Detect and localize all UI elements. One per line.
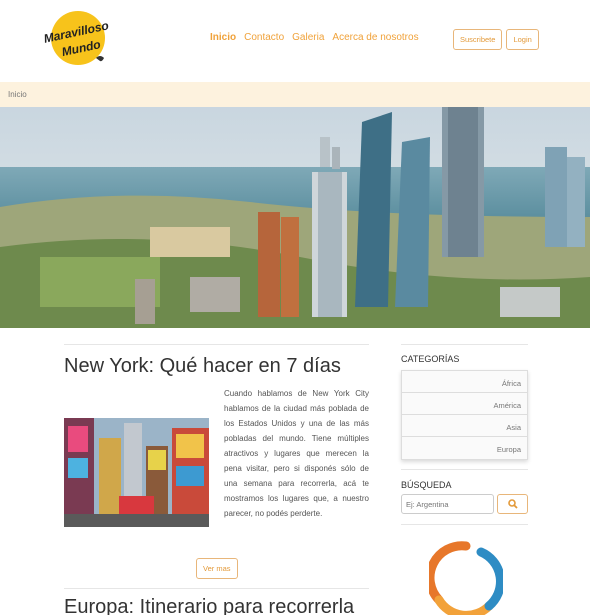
categories-list: África América Asia Europa — [401, 370, 528, 460]
read-more-button[interactable]: Ver mas — [196, 558, 238, 579]
nav-inicio[interactable]: Inicio — [210, 32, 236, 43]
search-form — [401, 494, 528, 514]
divider — [401, 524, 528, 525]
category-africa[interactable]: África — [402, 371, 527, 393]
breadcrumb: Inicio — [0, 82, 590, 107]
category-europa[interactable]: Europa — [402, 437, 527, 459]
breadcrumb-current[interactable]: Inicio — [8, 90, 27, 99]
category-america[interactable]: América — [402, 393, 527, 415]
divider — [401, 344, 528, 345]
hero-image — [0, 107, 590, 328]
post-body: Cuando hablamos de New York City hablamo… — [64, 386, 369, 574]
brand-ring-logo — [425, 540, 505, 615]
sidebar: CATEGORÍAS África América Asia Europa BÚ… — [401, 344, 528, 615]
search-button[interactable] — [497, 494, 528, 514]
divider — [64, 344, 369, 345]
search-icon — [507, 499, 518, 509]
post-title[interactable]: New York: Qué hacer en 7 días — [64, 355, 369, 378]
category-asia[interactable]: Asia — [402, 415, 527, 437]
search-input[interactable] — [401, 494, 494, 514]
auth-buttons: Suscribete Login — [453, 29, 539, 50]
main-content: New York: Qué hacer en 7 días Cuando hab… — [64, 344, 369, 615]
post-image[interactable] — [64, 418, 209, 527]
categories-heading: CATEGORÍAS — [401, 354, 460, 364]
main-nav: Inicio Contacto Galeria Acerca de nosotr… — [210, 32, 419, 43]
search-heading: BÚSQUEDA — [401, 480, 452, 490]
site-logo[interactable]: Maravilloso Mundo — [42, 10, 110, 66]
nav-galeria[interactable]: Galeria — [292, 32, 324, 43]
nav-acerca[interactable]: Acerca de nosotros — [332, 32, 418, 43]
divider — [64, 588, 369, 589]
divider — [401, 469, 528, 470]
post-title[interactable]: Europa: Itinerario para recorrerla — [64, 596, 354, 615]
login-button[interactable]: Login — [506, 29, 539, 50]
post-excerpt: Cuando hablamos de New York City hablamo… — [224, 389, 369, 518]
nav-contacto[interactable]: Contacto — [244, 32, 284, 43]
site-header: Maravilloso Mundo Inicio Contacto Galeri… — [0, 0, 590, 82]
subscribe-button[interactable]: Suscribete — [453, 29, 503, 50]
